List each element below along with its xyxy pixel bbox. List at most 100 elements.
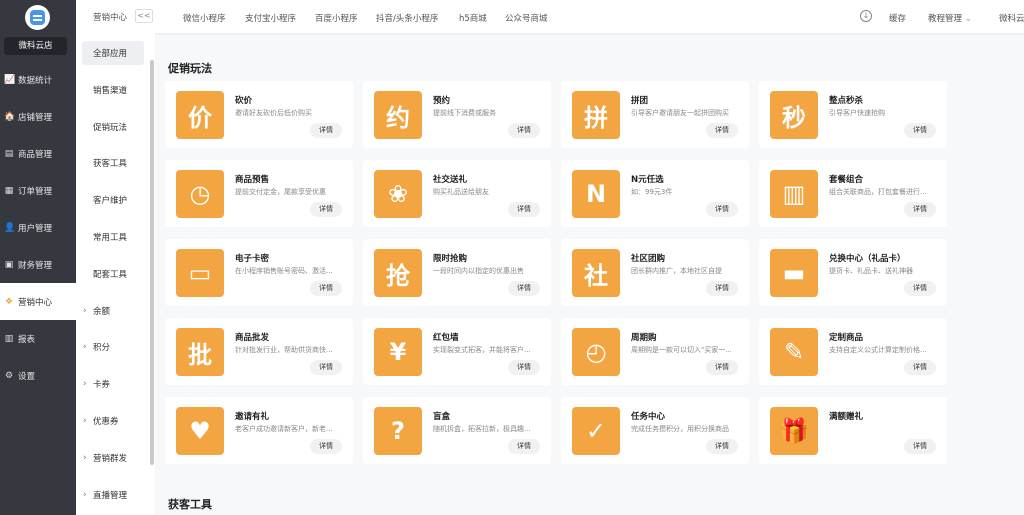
card-description: 提前线下消费或服务 <box>433 109 496 117</box>
detail-button[interactable]: 详情 <box>310 123 342 138</box>
custom-goods-icon: ✎ <box>770 328 818 376</box>
detail-button[interactable]: 详情 <box>508 281 540 296</box>
sidebar-item-finance[interactable]: ▣ 财务管理 <box>0 246 76 283</box>
detail-button[interactable]: 详情 <box>310 281 342 296</box>
tutorial-menu[interactable]: 教程管理 ⌄ <box>928 12 972 24</box>
tab-channel[interactable]: 抖音/头条小程序 <box>376 12 438 24</box>
app-card[interactable]: ✓ 任务中心 完成任务攒积分，用积分换商品 详情 <box>561 397 749 464</box>
logo-icon[interactable] <box>25 5 50 30</box>
detail-button[interactable]: 详情 <box>904 202 936 217</box>
cache-button[interactable]: 缓存 <box>889 12 906 24</box>
card-description: 团长群内推广，本地社区自提 <box>631 267 722 275</box>
chart-icon: 📈 <box>4 74 16 85</box>
detail-button[interactable]: 详情 <box>706 281 738 296</box>
app-card[interactable]: 抢 限时抢购 一段时间内以指定的优惠出售 详情 <box>363 239 551 306</box>
full-gift-icon: 🎁 <box>770 407 818 455</box>
subnav-item[interactable]: 常用工具 <box>76 223 148 251</box>
app-card[interactable]: ❀ 社交送礼 购买礼品送给朋友 详情 <box>363 160 551 227</box>
user-menu[interactable]: 微科云 <box>999 12 1024 24</box>
subnav-item[interactable]: 全部应用 <box>82 41 144 65</box>
subnav-item[interactable]: 配套工具 <box>76 260 148 288</box>
sidebar-item-chart[interactable]: 📈 数据统计 <box>0 61 76 98</box>
tab-channel[interactable]: 微信小程序 <box>183 12 226 24</box>
app-card[interactable]: ▬ 兑换中心（礼品卡） 提货卡、礼品卡、送礼神器 详情 <box>759 239 947 306</box>
card-description: 一段时间内以指定的优惠出售 <box>433 267 524 275</box>
detail-button[interactable]: 详情 <box>508 202 540 217</box>
app-card[interactable]: 价 砍价 邀请好友砍价后低价购买 详情 <box>165 81 353 148</box>
card-title: 套餐组合 <box>829 175 864 185</box>
collapse-button[interactable]: << <box>135 9 153 23</box>
app-card[interactable]: ✎ 定制商品支持自定义公式计算定制价格... 详情 <box>759 318 947 385</box>
subnav-item[interactable]: › 营销群发 <box>76 444 148 472</box>
app-card[interactable]: 🎁 满额赠礼详情 <box>759 397 947 464</box>
app-card[interactable]: ▥ 套餐组合 组合关联商品，打包套餐进行... 详情 <box>759 160 947 227</box>
sidebar-item-goods[interactable]: ▤ 商品管理 <box>0 135 76 172</box>
subnav-item[interactable]: 客户维护 <box>76 186 148 214</box>
card-title: 红包墙 <box>433 333 459 343</box>
scrollbar[interactable] <box>150 60 154 465</box>
sidebar-item-report[interactable]: ▥ 报表 <box>0 320 76 357</box>
app-card[interactable]: 秒 整点秒杀 引导客户快速抢购 详情 <box>759 81 947 148</box>
tab-channel[interactable]: 公众号商城 <box>505 12 548 24</box>
sidebar-item-marketing[interactable]: ❖ 营销中心 <box>0 283 76 320</box>
app-card[interactable]: N N元任选 如：99元3件 详情 <box>561 160 749 227</box>
sidebar-item-user[interactable]: 👤 用户管理 <box>0 209 76 246</box>
detail-button[interactable]: 详情 <box>310 360 342 375</box>
detail-button[interactable]: 详情 <box>904 123 936 138</box>
detail-button[interactable]: 详情 <box>904 439 936 454</box>
ecard-icon: ▭ <box>176 249 224 297</box>
tab-channel[interactable]: h5商城 <box>459 12 487 24</box>
subnav-item[interactable]: › 优惠券 <box>76 407 148 435</box>
subnav-item[interactable]: › 卡券 <box>76 370 148 398</box>
detail-button[interactable]: 详情 <box>706 360 738 375</box>
detail-button[interactable]: 详情 <box>508 439 540 454</box>
app-card[interactable]: ¥ 红包墙 实现裂变式拓客，并能将客户... 详情 <box>363 318 551 385</box>
subnav-item[interactable]: 获客工具 <box>76 149 148 177</box>
sidebar-item-store[interactable]: 🏠 店铺管理 <box>0 98 76 135</box>
subnav-item[interactable]: › 余额 <box>76 297 148 325</box>
tab-channel[interactable]: 百度小程序 <box>315 12 358 24</box>
app-card[interactable]: 批 商品批发 针对批发行业，帮助供货商快... 详情 <box>165 318 353 385</box>
detail-button[interactable]: 详情 <box>904 281 936 296</box>
app-card[interactable]: 拼 拼团 引导客户邀请朋友一起拼团购买 详情 <box>561 81 749 148</box>
detail-button[interactable]: 详情 <box>310 439 342 454</box>
sidebar-item-settings[interactable]: ⚙ 设置 <box>0 357 76 394</box>
task-icon: ✓ <box>572 407 620 455</box>
subnav-item[interactable]: 销售渠道 <box>76 76 148 104</box>
section-title: 促销玩法 <box>168 62 212 75</box>
app-card[interactable]: ? 盲盒 随机拆盒，拓客拉新，极具趣... 详情 <box>363 397 551 464</box>
detail-button[interactable]: 详情 <box>508 360 540 375</box>
card-title: 周期购 <box>631 333 657 343</box>
card-description: 支持自定义公式计算定制价格... <box>829 346 927 354</box>
chevron-right-icon: › <box>83 342 87 353</box>
detail-button[interactable]: 详情 <box>508 123 540 138</box>
subnav-item-label: 直播管理 <box>93 490 128 501</box>
card-title: 电子卡密 <box>235 254 270 264</box>
app-card[interactable]: 约 预约 提前线下消费或服务 详情 <box>363 81 551 148</box>
detail-button[interactable]: 详情 <box>706 123 738 138</box>
next-section-title: 获客工具 <box>168 498 212 511</box>
app-card[interactable]: ◴ 周期购 周期购是一款可以切入"买家一... 详情 <box>561 318 749 385</box>
app-card[interactable]: 社 社区团购 团长群内推广，本地社区自提 详情 <box>561 239 749 306</box>
sidebar-item-order[interactable]: ▦ 订单管理 <box>0 172 76 209</box>
social-gift-icon: ❀ <box>374 170 422 218</box>
tab-channel[interactable]: 支付宝小程序 <box>245 12 296 24</box>
detail-button[interactable]: 详情 <box>904 360 936 375</box>
download-icon[interactable]: ↓ <box>860 10 872 22</box>
detail-button[interactable]: 详情 <box>706 202 738 217</box>
card-title: 满额赠礼 <box>829 412 864 422</box>
subnav-item[interactable]: 促销玩法 <box>76 113 148 141</box>
app-card[interactable]: ◷ 商品预售 提前交付定金，尾款享受优惠 详情 <box>165 160 353 227</box>
app-card[interactable]: ▭ 电子卡密 在小程序销售账号密码、激活... 详情 <box>165 239 353 306</box>
card-title: 定制商品 <box>829 333 864 343</box>
detail-button[interactable]: 详情 <box>706 439 738 454</box>
subnav-item[interactable]: › 积分 <box>76 333 148 361</box>
card-description: 如：99元3件 <box>631 188 673 196</box>
invite-gift-icon: ♥ <box>176 407 224 455</box>
shop-name-button[interactable]: 微科云店 <box>4 37 67 55</box>
card-title: 社区团购 <box>631 254 666 264</box>
detail-button[interactable]: 详情 <box>310 202 342 217</box>
subnav-item[interactable]: › 直播管理 <box>76 481 148 509</box>
store-icon: 🏠 <box>4 111 16 122</box>
app-card[interactable]: ♥ 邀请有礼 老客户成功邀请新客户，新老... 详情 <box>165 397 353 464</box>
